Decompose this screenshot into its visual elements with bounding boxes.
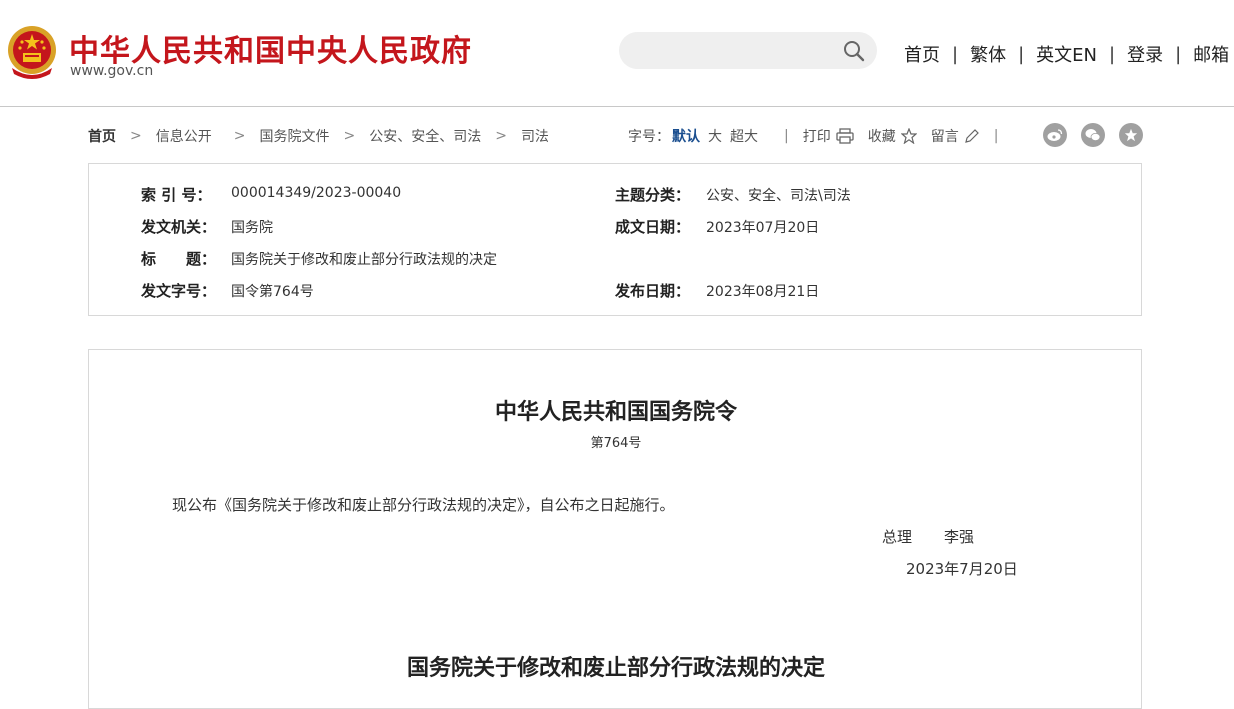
font-size-default[interactable]: 默认 [672, 126, 700, 146]
index-number-value: 000014349/2023-00040 [231, 185, 402, 201]
star-icon [900, 128, 917, 144]
font-size-large[interactable]: 大 [708, 126, 722, 146]
publish-date-value: 2023年08月21日 [706, 284, 820, 300]
document-number: 第764号 [590, 436, 642, 451]
pencil-icon [964, 129, 979, 143]
index-number-label: 索 引 号： [141, 186, 212, 204]
date-written-label: 成文日期： [615, 218, 691, 236]
font-size-xlarge[interactable]: 超大 [730, 126, 758, 146]
title-label: 标 题： [141, 250, 217, 268]
breadcrumb-public-security[interactable]: 公安、安全、司法 [369, 126, 481, 146]
nav-separator: | [1109, 43, 1116, 65]
document-date: 2023年7月20日 [906, 560, 1018, 578]
printer-icon [836, 128, 854, 144]
doc-number-label: 发文字号： [141, 282, 217, 300]
nav-traditional[interactable]: 繁体 [970, 41, 1006, 67]
document-body: 中华人民共和国国务院令 第764号 现公布《国务院关于修改和废止部分行政法规的决… [88, 349, 1142, 709]
nav-login[interactable]: 登录 [1127, 41, 1163, 67]
issuer-value: 国务院 [231, 220, 273, 236]
nav-separator: | [952, 43, 959, 65]
top-nav: 首页 | 繁体 | 英文EN | 登录 | 邮箱 [904, 41, 1229, 67]
title-value: 国务院关于修改和废止部分行政法规的决定 [231, 252, 497, 268]
print-button[interactable]: 打印 [803, 126, 854, 146]
breadcrumb-home[interactable]: 首页 [88, 126, 116, 146]
favorite-button[interactable]: 收藏 [868, 126, 917, 146]
document-metadata-table: 索 引 号： 000014349/2023-00040 主题分类： 公安、安全、… [88, 163, 1142, 316]
nav-separator: | [1018, 43, 1025, 65]
favorite-label: 收藏 [867, 129, 896, 145]
search-icon[interactable] [843, 40, 865, 62]
search-input[interactable] [619, 32, 865, 69]
weibo-icon[interactable] [1043, 123, 1067, 147]
nav-home[interactable]: 首页 [904, 41, 940, 67]
comment-label: 留言 [930, 129, 959, 145]
breadcrumb-state-council-docs[interactable]: 国务院文件 [259, 126, 329, 146]
toolbar: 字号： 默认 大 超大 | 打印 收藏 留言 | [628, 126, 998, 146]
document-paragraph: 现公布《国务院关于修改和废止部分行政法规的决定》，自公布之日起施行。 [172, 496, 675, 514]
site-header: 中华人民共和国中央人民政府 www.gov.cn 首页 | 繁体 | 英文EN … [0, 0, 1234, 107]
breadcrumb-info-public[interactable]: 信息公开 [156, 126, 212, 146]
qzone-icon[interactable] [1119, 123, 1143, 147]
print-label: 打印 [802, 129, 831, 145]
nav-mail[interactable]: 邮箱 [1193, 41, 1229, 67]
publish-date-label: 发布日期： [615, 282, 691, 300]
document-signature: 总理 李强 [882, 526, 974, 547]
breadcrumb-judicial[interactable]: 司法 [521, 126, 549, 146]
category-label: 主题分类： [615, 186, 691, 204]
nav-separator: | [1175, 43, 1182, 65]
date-written-value: 2023年07月20日 [706, 220, 820, 236]
breadcrumb: 首页 > 信息公开 > 国务院文件 > 公安、安全、司法 > 司法 [88, 126, 549, 146]
site-url[interactable]: www.gov.cn [70, 63, 153, 79]
search-box [619, 32, 877, 69]
signer-name: 李强 [944, 528, 975, 546]
nav-english[interactable]: 英文EN [1036, 41, 1097, 67]
category-value: 公安、安全、司法\司法 [706, 188, 851, 204]
toolbar-separator: | [784, 128, 789, 144]
breadcrumb-row: 首页 > 信息公开 > 国务院文件 > 公安、安全、司法 > 司法 字号： 默认… [88, 123, 1144, 147]
share-icons [1043, 123, 1157, 147]
document-title: 中华人民共和国国务院令 [494, 399, 737, 425]
comment-button[interactable]: 留言 [931, 126, 980, 146]
chevron-right-icon: > [343, 128, 356, 144]
font-size-label: 字号： [628, 129, 670, 145]
toolbar-separator: | [993, 128, 999, 144]
chevron-right-icon: > [130, 128, 142, 144]
national-emblem-icon[interactable] [6, 24, 58, 80]
wechat-icon[interactable] [1081, 123, 1105, 147]
signer-title: 总理 [882, 528, 913, 546]
issuer-label: 发文机关： [141, 218, 217, 236]
document-subtitle: 国务院关于修改和废止部分行政法规的决定 [406, 655, 825, 681]
chevron-right-icon: > [233, 128, 246, 144]
chevron-right-icon: > [495, 128, 507, 144]
doc-number-value: 国令第764号 [231, 284, 314, 300]
